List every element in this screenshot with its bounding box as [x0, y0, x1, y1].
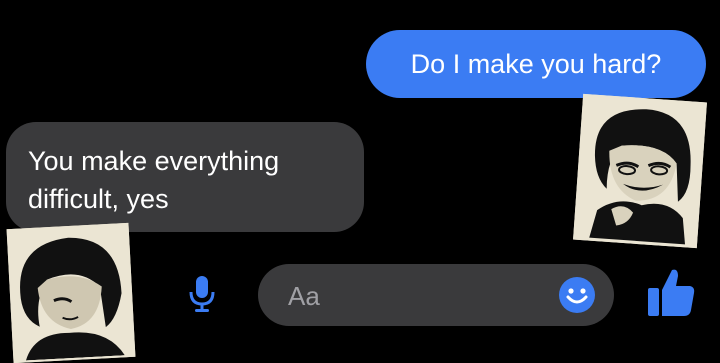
incoming-message-line-2: difficult, yes	[28, 184, 169, 214]
message-composer	[258, 264, 614, 328]
brooding-character-drawing	[9, 225, 133, 361]
outgoing-sender-avatar[interactable]	[573, 93, 707, 249]
thumbs-up-send-button[interactable]	[646, 266, 696, 318]
emoji-button[interactable]	[558, 276, 596, 314]
outgoing-message-text: Do I make you hard?	[410, 48, 662, 79]
chat-view: Do I make you hard? You make everything …	[0, 0, 720, 363]
microphone-icon	[189, 276, 215, 312]
incoming-message-bubble[interactable]: You make everything difficult, yes	[6, 122, 364, 232]
outgoing-message-bubble[interactable]: Do I make you hard?	[366, 30, 706, 98]
grinning-character-drawing	[575, 96, 705, 246]
incoming-message-line-1: You make everything	[28, 146, 280, 176]
incoming-sender-avatar[interactable]	[6, 222, 136, 363]
microphone-button[interactable]	[182, 272, 222, 316]
message-input[interactable]	[286, 264, 540, 328]
smiley-emoji-icon	[559, 277, 595, 313]
thumbs-up-icon	[648, 269, 695, 316]
